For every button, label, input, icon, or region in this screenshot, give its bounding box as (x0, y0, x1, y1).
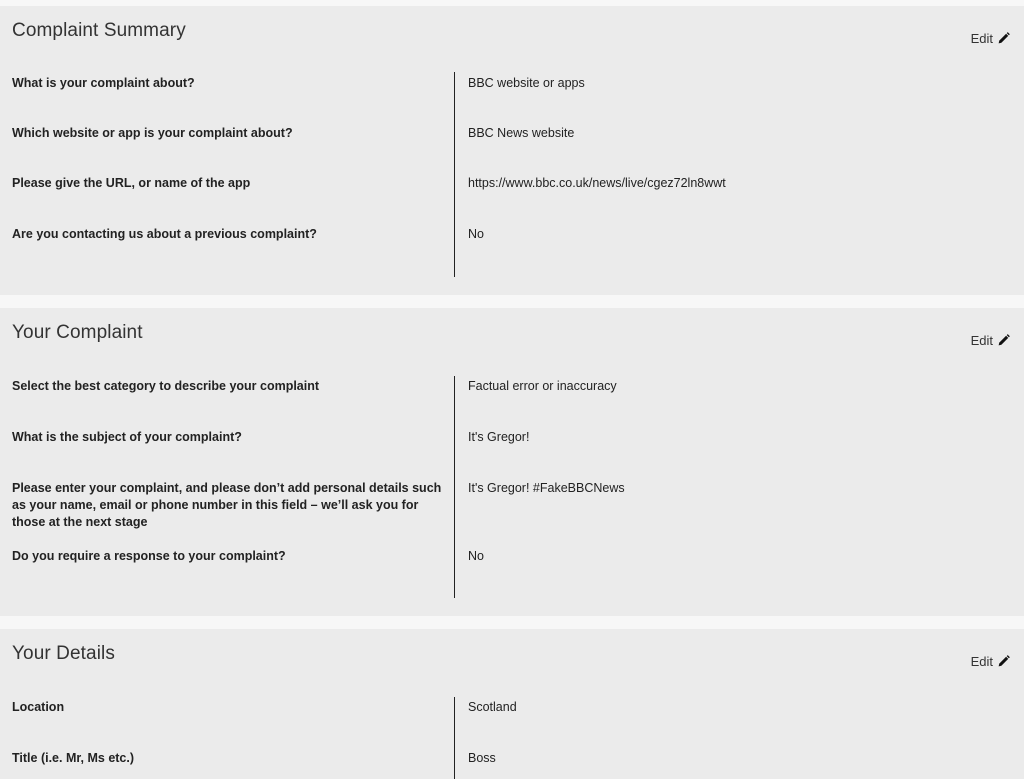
answer-value: Factual error or inaccuracy (468, 379, 617, 393)
question-label: What is the subject of your complaint? (12, 430, 242, 444)
column-divider (454, 376, 455, 598)
question-label: What is your complaint about? (12, 76, 195, 90)
edit-label: Edit (970, 31, 993, 46)
answer-value: BBC News website (468, 126, 575, 140)
edit-your-complaint-link[interactable]: Edit (971, 333, 1010, 348)
answer-value: Boss (468, 751, 496, 765)
question-label: Which website or app is your complaint a… (12, 126, 293, 140)
question-label: Are you contacting us about a previous c… (12, 227, 317, 241)
edit-complaint-summary-link[interactable]: Edit (971, 31, 1010, 46)
answer-value: BBC website or apps (468, 76, 585, 90)
answer-value: No (468, 549, 484, 563)
section-title: Complaint Summary (12, 20, 186, 41)
section-your-complaint: Your Complaint Edit Select the best cate… (0, 308, 1024, 616)
column-divider (454, 72, 455, 277)
pencil-icon (998, 655, 1010, 667)
pencil-icon (998, 32, 1010, 44)
section-title: Your Details (12, 643, 115, 664)
edit-label: Edit (970, 333, 993, 348)
answer-value: https://www.bbc.co.uk/news/live/cgez72ln… (468, 176, 726, 190)
column-divider (454, 697, 455, 779)
section-complaint-summary: Complaint Summary Edit What is your comp… (0, 6, 1024, 295)
section-your-details: Your Details Edit Location Scotland Titl… (0, 629, 1024, 779)
question-label: Please enter your complaint, and please … (12, 481, 442, 529)
answer-value: It's Gregor! (468, 430, 530, 444)
pencil-icon (998, 334, 1010, 346)
answer-value: It's Gregor! #FakeBBCNews (468, 481, 625, 495)
question-label: Do you require a response to your compla… (12, 549, 286, 563)
answer-value: Scotland (468, 700, 517, 714)
question-label: Please give the URL, or name of the app (12, 176, 251, 190)
section-title: Your Complaint (12, 322, 143, 343)
question-label: Select the best category to describe you… (12, 379, 320, 393)
edit-your-details-link[interactable]: Edit (971, 654, 1010, 669)
question-label: Location (12, 700, 65, 714)
complaint-review-page: Complaint Summary Edit What is your comp… (0, 0, 1024, 779)
question-label: Title (i.e. Mr, Ms etc.) (12, 751, 135, 765)
answer-value: No (468, 227, 484, 241)
edit-label: Edit (970, 654, 993, 669)
